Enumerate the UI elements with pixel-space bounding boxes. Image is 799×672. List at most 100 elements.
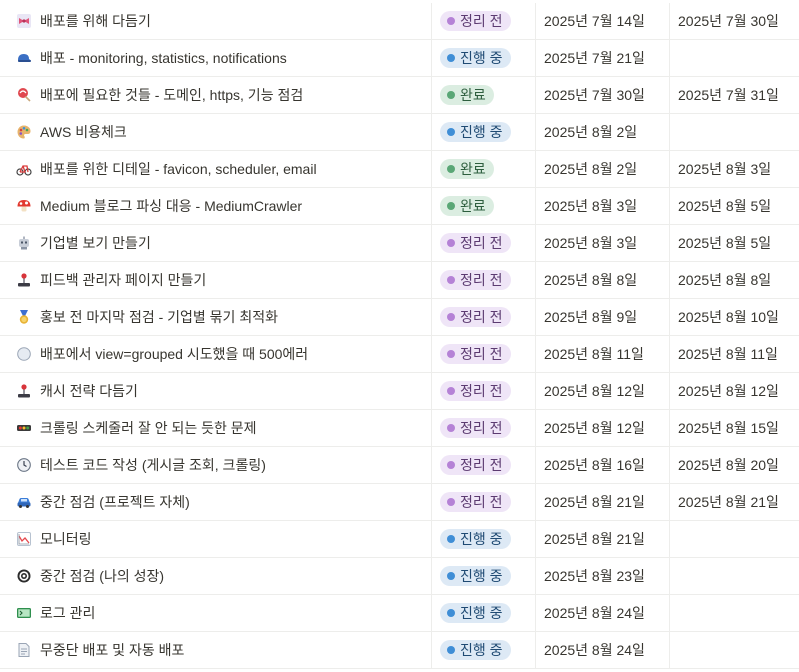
status-cell[interactable]: 정리 전 bbox=[432, 3, 536, 39]
name-cell[interactable]: 모니터링 bbox=[0, 521, 432, 557]
name-cell[interactable]: 배포를 위해 다듬기 bbox=[0, 3, 432, 39]
start-date-cell[interactable]: 2025년 8월 24일 bbox=[536, 595, 670, 631]
status-cell[interactable]: 정리 전 bbox=[432, 225, 536, 261]
end-date-cell[interactable]: 2025년 8월 21일 bbox=[670, 484, 799, 520]
start-date-cell[interactable]: 2025년 8월 11일 bbox=[536, 336, 670, 372]
start-date-cell[interactable]: 2025년 8월 12일 bbox=[536, 373, 670, 409]
page-title-text[interactable]: 캐시 전략 다듬기 bbox=[40, 381, 138, 401]
name-cell[interactable]: 크롤링 스케줄러 잘 안 되는 듯한 문제 bbox=[0, 410, 432, 446]
name-cell[interactable]: 홍보 전 마지막 점검 - 기업별 묶기 최적화 bbox=[0, 299, 432, 335]
page-title-text[interactable]: 테스트 코드 작성 (게시글 조회, 크롤링) bbox=[40, 455, 266, 475]
name-cell[interactable]: 캐시 전략 다듬기 bbox=[0, 373, 432, 409]
page-title-text[interactable]: 배포를 위한 디테일 - favicon, scheduler, email bbox=[40, 159, 317, 179]
start-date-cell[interactable]: 2025년 8월 2일 bbox=[536, 151, 670, 187]
name-cell[interactable]: 로그 관리 bbox=[0, 595, 432, 631]
name-cell[interactable]: 기업별 보기 만들기 bbox=[0, 225, 432, 261]
name-cell[interactable]: 배포에서 view=grouped 시도했을 때 500에러 bbox=[0, 336, 432, 372]
status-cell[interactable]: 정리 전 bbox=[432, 373, 536, 409]
status-cell[interactable]: 정리 전 bbox=[432, 262, 536, 298]
end-date-cell[interactable]: 2025년 8월 10일 bbox=[670, 299, 799, 335]
table-row[interactable]: 로그 관리 진행 중 2025년 8월 24일 bbox=[0, 595, 799, 632]
page-title-text[interactable]: 홍보 전 마지막 점검 - 기업별 묶기 최적화 bbox=[40, 307, 278, 327]
start-date-cell[interactable]: 2025년 8월 3일 bbox=[536, 225, 670, 261]
end-date-cell[interactable]: 2025년 8월 20일 bbox=[670, 447, 799, 483]
status-cell[interactable]: 완료 bbox=[432, 77, 536, 113]
end-date-cell[interactable]: 2025년 8월 15일 bbox=[670, 410, 799, 446]
name-cell[interactable]: 배포에 필요한 것들 - 도메인, https, 기능 점검 bbox=[0, 77, 432, 113]
start-date-cell[interactable]: 2025년 8월 3일 bbox=[536, 188, 670, 224]
page-title-text[interactable]: AWS 비용체크 bbox=[40, 122, 127, 142]
page-title-text[interactable]: 배포를 위해 다듬기 bbox=[40, 11, 151, 31]
status-cell[interactable]: 진행 중 bbox=[432, 558, 536, 594]
status-cell[interactable]: 완료 bbox=[432, 151, 536, 187]
name-cell[interactable]: 배포를 위한 디테일 - favicon, scheduler, email bbox=[0, 151, 432, 187]
end-date-cell[interactable]: 2025년 7월 30일 bbox=[670, 3, 799, 39]
table-row[interactable]: 무중단 배포 및 자동 배포 진행 중 2025년 8월 24일 bbox=[0, 632, 799, 669]
page-title-text[interactable]: 중간 점검 (나의 성장) bbox=[40, 566, 164, 586]
end-date-cell[interactable]: 2025년 8월 8일 bbox=[670, 262, 799, 298]
end-date-cell[interactable]: 2025년 8월 5일 bbox=[670, 188, 799, 224]
page-title-text[interactable]: 중간 점검 (프로젝트 자체) bbox=[40, 492, 190, 512]
table-row[interactable]: 크롤링 스케줄러 잘 안 되는 듯한 문제 정리 전 2025년 8월 12일 202… bbox=[0, 410, 799, 447]
start-date-cell[interactable]: 2025년 8월 23일 bbox=[536, 558, 670, 594]
table-row[interactable]: AWS 비용체크 진행 중 2025년 8월 2일 bbox=[0, 114, 799, 151]
table-row[interactable]: 배포 - monitoring, statistics, notificatio… bbox=[0, 40, 799, 77]
table-row[interactable]: 테스트 코드 작성 (게시글 조회, 크롤링) 정리 전 2025년 8월 16일 2… bbox=[0, 447, 799, 484]
page-title-text[interactable]: Medium 블로그 파싱 대응 - MediumCrawler bbox=[40, 196, 302, 216]
status-cell[interactable]: 정리 전 bbox=[432, 299, 536, 335]
table-row[interactable]: 캐시 전략 다듬기 정리 전 2025년 8월 12일 2025년 8월 12일 bbox=[0, 373, 799, 410]
table-row[interactable]: 기업별 보기 만들기 정리 전 2025년 8월 3일 2025년 8월 5일 bbox=[0, 225, 799, 262]
page-title-text[interactable]: 배포에서 view=grouped 시도했을 때 500에러 bbox=[40, 344, 308, 364]
name-cell[interactable]: 피드백 관리자 페이지 만들기 bbox=[0, 262, 432, 298]
page-title-text[interactable]: 크롤링 스케줄러 잘 안 되는 듯한 문제 bbox=[40, 418, 257, 438]
start-date-cell[interactable]: 2025년 7월 21일 bbox=[536, 40, 670, 76]
table-row[interactable]: 배포에 필요한 것들 - 도메인, https, 기능 점검 완료 2025년 7월… bbox=[0, 77, 799, 114]
end-date-cell[interactable] bbox=[670, 40, 799, 76]
status-cell[interactable]: 정리 전 bbox=[432, 447, 536, 483]
name-cell[interactable]: 중간 점검 (나의 성장) bbox=[0, 558, 432, 594]
start-date-cell[interactable]: 2025년 8월 16일 bbox=[536, 447, 670, 483]
start-date-cell[interactable]: 2025년 8월 21일 bbox=[536, 484, 670, 520]
page-title-text[interactable]: 배포 - monitoring, statistics, notificatio… bbox=[40, 48, 287, 68]
page-title-text[interactable]: 배포에 필요한 것들 - 도메인, https, 기능 점검 bbox=[40, 85, 303, 105]
status-cell[interactable]: 정리 전 bbox=[432, 410, 536, 446]
table-row[interactable]: 배포를 위해 다듬기 정리 전 2025년 7월 14일 2025년 7월 30일 bbox=[0, 3, 799, 40]
name-cell[interactable]: 무중단 배포 및 자동 배포 bbox=[0, 632, 432, 668]
name-cell[interactable]: AWS 비용체크 bbox=[0, 114, 432, 150]
page-title-text[interactable]: 로그 관리 bbox=[40, 603, 95, 623]
start-date-cell[interactable]: 2025년 8월 8일 bbox=[536, 262, 670, 298]
end-date-cell[interactable] bbox=[670, 521, 799, 557]
start-date-cell[interactable]: 2025년 7월 14일 bbox=[536, 3, 670, 39]
table-row[interactable]: 피드백 관리자 페이지 만들기 정리 전 2025년 8월 8일 2025년 8월 8… bbox=[0, 262, 799, 299]
end-date-cell[interactable] bbox=[670, 558, 799, 594]
status-cell[interactable]: 진행 중 bbox=[432, 521, 536, 557]
end-date-cell[interactable] bbox=[670, 595, 799, 631]
name-cell[interactable]: 테스트 코드 작성 (게시글 조회, 크롤링) bbox=[0, 447, 432, 483]
status-cell[interactable]: 진행 중 bbox=[432, 114, 536, 150]
end-date-cell[interactable]: 2025년 8월 12일 bbox=[670, 373, 799, 409]
status-cell[interactable]: 진행 중 bbox=[432, 40, 536, 76]
name-cell[interactable]: 배포 - monitoring, statistics, notificatio… bbox=[0, 40, 432, 76]
start-date-cell[interactable]: 2025년 8월 9일 bbox=[536, 299, 670, 335]
status-cell[interactable]: 정리 전 bbox=[432, 336, 536, 372]
table-row[interactable]: Medium 블로그 파싱 대응 - MediumCrawler 완료 2025년 … bbox=[0, 188, 799, 225]
table-row[interactable]: 모니터링 진행 중 2025년 8월 21일 bbox=[0, 521, 799, 558]
table-row[interactable]: 중간 점검 (나의 성장) 진행 중 2025년 8월 23일 bbox=[0, 558, 799, 595]
table-row[interactable]: 홍보 전 마지막 점검 - 기업별 묶기 최적화 정리 전 2025년 8월 9일 2… bbox=[0, 299, 799, 336]
end-date-cell[interactable] bbox=[670, 632, 799, 668]
status-cell[interactable]: 진행 중 bbox=[432, 632, 536, 668]
start-date-cell[interactable]: 2025년 8월 2일 bbox=[536, 114, 670, 150]
page-title-text[interactable]: 피드백 관리자 페이지 만들기 bbox=[40, 270, 206, 290]
end-date-cell[interactable]: 2025년 7월 31일 bbox=[670, 77, 799, 113]
start-date-cell[interactable]: 2025년 8월 24일 bbox=[536, 632, 670, 668]
start-date-cell[interactable]: 2025년 8월 12일 bbox=[536, 410, 670, 446]
status-cell[interactable]: 정리 전 bbox=[432, 484, 536, 520]
page-title-text[interactable]: 무중단 배포 및 자동 배포 bbox=[40, 640, 184, 660]
name-cell[interactable]: 중간 점검 (프로젝트 자체) bbox=[0, 484, 432, 520]
end-date-cell[interactable]: 2025년 8월 11일 bbox=[670, 336, 799, 372]
name-cell[interactable]: Medium 블로그 파싱 대응 - MediumCrawler bbox=[0, 188, 432, 224]
end-date-cell[interactable]: 2025년 8월 3일 bbox=[670, 151, 799, 187]
table-row[interactable]: 중간 점검 (프로젝트 자체) 정리 전 2025년 8월 21일 2025년 8월 … bbox=[0, 484, 799, 521]
status-cell[interactable]: 진행 중 bbox=[432, 595, 536, 631]
start-date-cell[interactable]: 2025년 7월 30일 bbox=[536, 77, 670, 113]
